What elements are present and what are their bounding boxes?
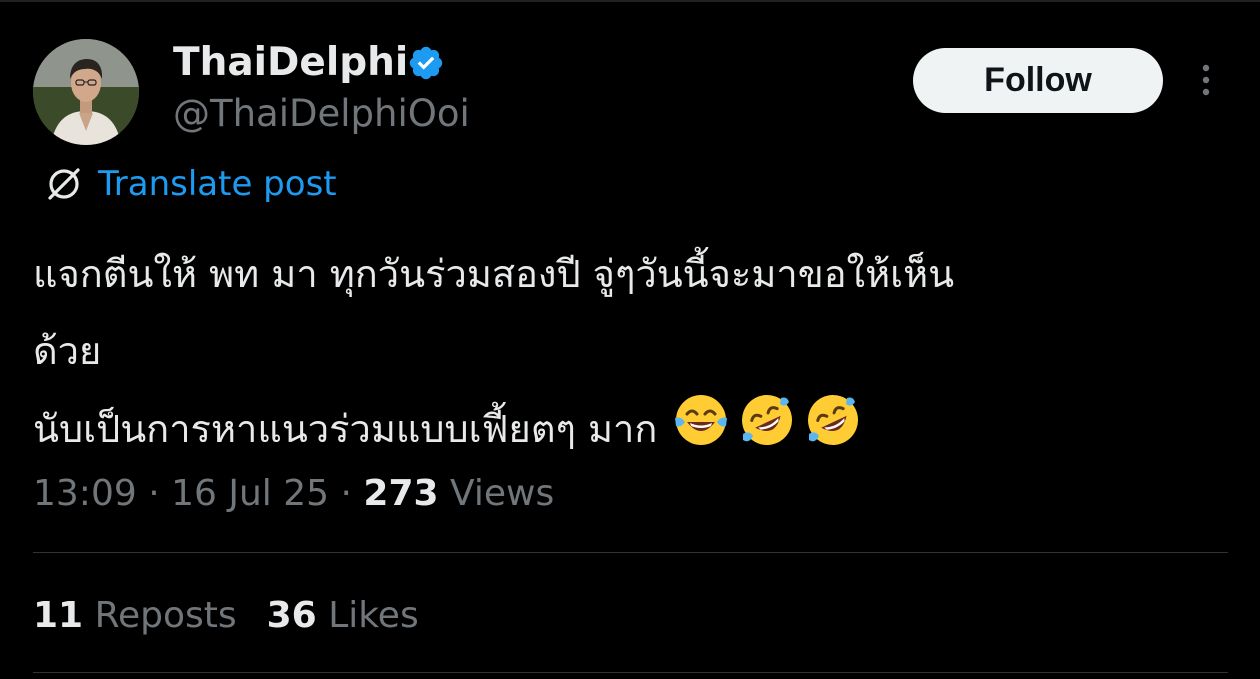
post-text-line: ด้วย (33, 329, 102, 373)
post-stats: 11 Reposts 36 Likes (33, 594, 419, 638)
avatar[interactable] (33, 39, 139, 145)
post-time[interactable]: 13:09 (33, 473, 137, 514)
likes-stat[interactable]: 36 Likes (267, 595, 419, 636)
post-meta: 13:09 · 16 Jul 25 · 273 Views (33, 472, 554, 516)
translate-post-link[interactable]: Translate post (98, 162, 337, 206)
likes-count: 36 (266, 595, 317, 636)
divider (33, 672, 1228, 673)
post-text-segment: นับเป็นการหาแนวร่วมแบบเฟี้ยตๆ มาก (33, 407, 658, 451)
top-border (0, 0, 1260, 2)
rolling-on-the-floor-laughing-icon (742, 395, 793, 445)
author-name[interactable]: ThaiDelphi (173, 40, 408, 86)
post-text: แจกตีนให้ พท มา ทุกวันร่วมสองปี จู่ๆวันน… (33, 236, 1228, 467)
rolling-on-the-floor-laughing-icon (808, 395, 859, 445)
views-label: Views (450, 473, 555, 514)
more-vertical-icon[interactable] (1190, 60, 1222, 100)
reposts-stat[interactable]: 11 Reposts (33, 595, 237, 636)
meta-separator: · (148, 473, 160, 514)
translate-icon (48, 168, 80, 200)
follow-button[interactable]: Follow (913, 48, 1163, 113)
reposts-label: Reposts (94, 595, 237, 636)
likes-label: Likes (328, 595, 419, 636)
face-with-tears-of-joy-icon (675, 395, 728, 445)
profile-photo (33, 39, 139, 145)
reposts-count: 11 (33, 595, 84, 636)
verified-badge-icon (409, 46, 443, 80)
post-text-line: นับเป็นการหาแนวร่วมแบบเฟี้ยตๆ มาก (33, 390, 1228, 467)
meta-separator: · (340, 473, 352, 514)
author-handle[interactable]: @ThaiDelphiOoi (173, 92, 470, 136)
post-text-line: แจกตีนให้ พท มา ทุกวันร่วมสองปี จู่ๆวันน… (33, 252, 955, 296)
views-count: 273 (363, 473, 439, 514)
post-date[interactable]: 16 Jul 25 (171, 473, 329, 514)
divider (33, 552, 1228, 553)
